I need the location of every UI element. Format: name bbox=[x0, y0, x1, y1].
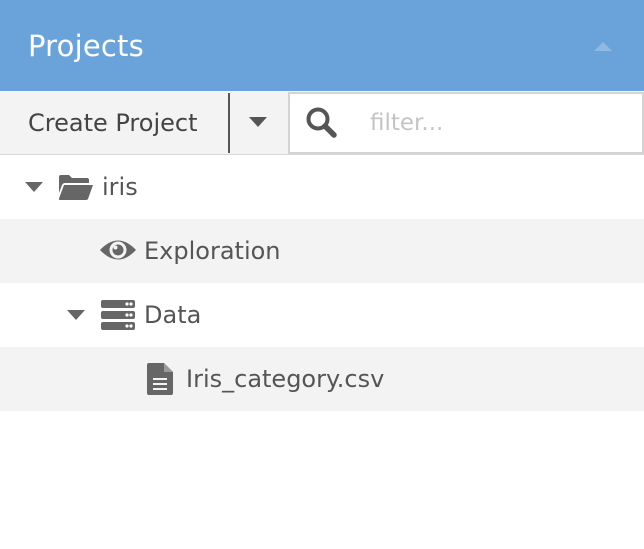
tree-node-label: iris bbox=[102, 173, 138, 201]
toolbar: Create Project bbox=[0, 91, 644, 155]
tree-node-iris-category-csv[interactable]: Iris_category.csv bbox=[0, 347, 644, 411]
server-icon bbox=[101, 300, 135, 330]
search-icon bbox=[290, 106, 354, 140]
tree-node-label: Data bbox=[144, 301, 202, 329]
filter-box bbox=[288, 92, 644, 154]
folder-open-icon bbox=[57, 173, 95, 201]
filter-input[interactable] bbox=[370, 110, 640, 136]
caret-up-icon[interactable] bbox=[592, 35, 614, 57]
eye-icon bbox=[99, 237, 137, 263]
projects-panel: Projects Create Project filter... iris E… bbox=[0, 0, 644, 549]
panel-title: Projects bbox=[28, 28, 144, 63]
panel-header: Projects bbox=[0, 0, 644, 91]
create-project-label: Create Project bbox=[28, 108, 198, 137]
tree-node-label: Exploration bbox=[144, 237, 281, 265]
create-project-button[interactable]: Create Project bbox=[0, 91, 229, 154]
caret-down-icon[interactable] bbox=[64, 303, 88, 327]
project-tree: iris Exploration Data Iris_category.csv bbox=[0, 155, 644, 411]
tree-node-data[interactable]: Data bbox=[0, 283, 644, 347]
create-project-dropdown-button[interactable] bbox=[230, 91, 286, 154]
caret-down-icon bbox=[248, 113, 268, 132]
tree-node-label: Iris_category.csv bbox=[186, 365, 385, 393]
tree-node-exploration[interactable]: Exploration bbox=[0, 219, 644, 283]
file-text-icon bbox=[147, 363, 173, 395]
tree-node-iris[interactable]: iris bbox=[0, 155, 644, 219]
caret-down-icon[interactable] bbox=[22, 175, 46, 199]
